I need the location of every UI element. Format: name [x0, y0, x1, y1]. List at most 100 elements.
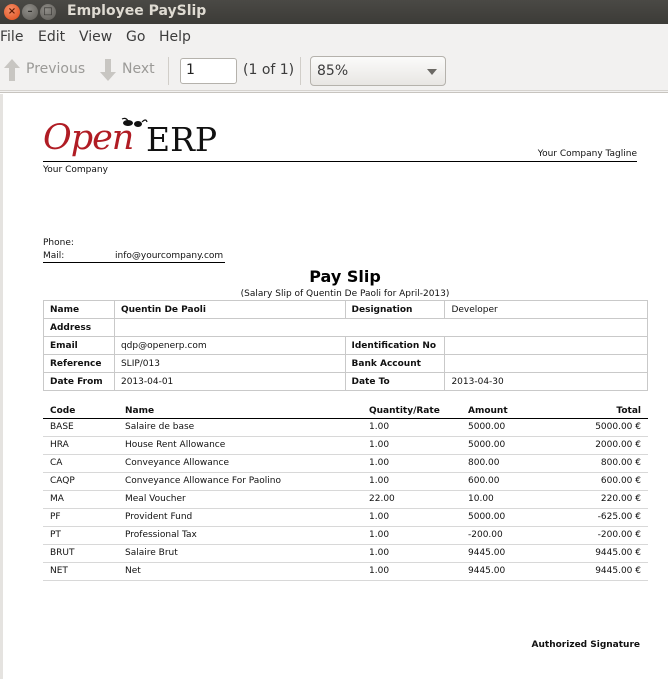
line-name: Meal Voucher — [125, 494, 186, 504]
info-row: Reference SLIP/013 Bank Account — [43, 354, 648, 373]
line-code: BRUT — [50, 548, 75, 558]
total-header: Total — [616, 406, 641, 416]
line-code: CAQP — [50, 476, 75, 486]
table-row: PF Provident Fund 1.00 5000.00 -625.00 € — [43, 509, 648, 527]
line-code: CA — [50, 458, 63, 468]
date-from-label: Date From — [43, 372, 115, 391]
line-name: House Rent Allowance — [125, 440, 226, 450]
quantity-header: Quantity/Rate — [369, 406, 440, 416]
toolbar-separator — [168, 57, 169, 85]
line-code: PT — [50, 530, 61, 540]
menu-go[interactable]: Go — [126, 29, 145, 45]
table-row: NET Net 1.00 9445.00 9445.00 € — [43, 563, 648, 581]
line-amount: 800.00 — [468, 458, 500, 468]
line-code: NET — [50, 566, 68, 576]
logo-erp-text: ERP — [146, 120, 218, 159]
line-quantity: 1.00 — [369, 512, 390, 522]
line-quantity: 1.00 — [369, 548, 390, 558]
line-amount: 600.00 — [468, 476, 500, 486]
authorized-signature: Authorized Signature — [531, 640, 640, 650]
identification-value — [444, 336, 648, 355]
company-tagline: Your Company Tagline — [537, 149, 637, 159]
line-total: 220.00 € — [600, 494, 641, 504]
line-quantity: 1.00 — [369, 476, 390, 486]
toolbar-separator — [300, 57, 301, 85]
name-label: Name — [43, 300, 115, 319]
line-code: MA — [50, 494, 64, 504]
line-name: Professional Tax — [125, 530, 197, 540]
identification-label: Identification No — [344, 336, 446, 355]
maximize-window-button[interactable]: □ — [40, 4, 56, 20]
line-code: PF — [50, 512, 61, 522]
info-row: Address — [43, 318, 649, 337]
line-quantity: 1.00 — [369, 422, 390, 432]
info-row: Date From 2013-04-01 Date To 2013-04-30 — [43, 372, 648, 391]
logo-ant-icon — [121, 117, 148, 127]
line-amount: 9445.00 — [468, 548, 506, 558]
line-amount: -200.00 — [468, 530, 503, 540]
line-code: BASE — [50, 422, 74, 432]
line-code: HRA — [50, 440, 69, 450]
phone-label: Phone: — [43, 238, 74, 248]
reference-value: SLIP/013 — [113, 354, 346, 373]
line-name: Provident Fund — [125, 512, 193, 522]
table-row: HRA House Rent Allowance 1.00 5000.00 2000.0… — [43, 437, 648, 455]
table-row: MA Meal Voucher 22.00 10.00 220.00 € — [43, 491, 648, 509]
menu-view[interactable]: View — [79, 29, 112, 45]
payslip-title: Pay Slip — [309, 267, 381, 286]
arrow-up-icon — [4, 59, 20, 81]
line-amount: 10.00 — [468, 494, 494, 504]
line-total: 2000.00 € — [595, 440, 641, 450]
close-window-button[interactable]: × — [4, 4, 20, 20]
mail-value: info@yourcompany.com — [115, 251, 224, 261]
line-quantity: 1.00 — [369, 530, 390, 540]
name-value: Quentin De Paoli — [113, 300, 346, 319]
page-number-input[interactable]: 1 — [180, 58, 237, 84]
line-total: 600.00 € — [600, 476, 641, 486]
line-amount: 5000.00 — [468, 512, 506, 522]
zoom-select[interactable]: 85% — [310, 56, 446, 86]
line-amount: 5000.00 — [468, 440, 506, 450]
zoom-value: 85% — [317, 63, 349, 79]
menu-edit[interactable]: Edit — [38, 29, 65, 45]
minimize-window-button[interactable]: – — [22, 4, 38, 20]
window-title: Employee PaySlip — [67, 3, 207, 19]
date-from-value: 2013-04-01 — [113, 372, 346, 391]
menu-file[interactable]: File — [0, 29, 23, 45]
reference-label: Reference — [43, 354, 115, 373]
payslip-subtitle: (Salary Slip of Quentin De Paoli for Apr… — [240, 289, 450, 299]
next-label: Next — [122, 61, 155, 77]
line-name: Conveyance Allowance For Paolino — [125, 476, 282, 486]
header-divider — [43, 161, 637, 162]
employee-info-table: Name Quentin De Paoli Designation Develo… — [43, 300, 649, 391]
table-row: PT Professional Tax 1.00 -200.00 -200.00 € — [43, 527, 648, 545]
chevron-down-icon — [427, 69, 437, 75]
table-row: BASE Salaire de base 1.00 5000.00 5000.00 € — [43, 419, 648, 437]
line-name: Salaire Brut — [125, 548, 178, 558]
line-quantity: 1.00 — [369, 458, 390, 468]
contact-divider — [43, 262, 225, 263]
table-row: CAQP Conveyance Allowance For Paolino 1.00… — [43, 473, 648, 491]
table-row: CA Conveyance Allowance 1.00 800.00 800.00 € — [43, 455, 648, 473]
code-header: Code — [50, 406, 76, 416]
email-label: Email — [43, 336, 115, 355]
line-name: Net — [125, 566, 141, 576]
page-shadow — [0, 94, 3, 679]
email-value: qdp@openerp.com — [113, 336, 346, 355]
arrow-down-icon — [100, 59, 116, 81]
line-amount: 5000.00 — [468, 422, 506, 432]
info-row: Name Quentin De Paoli Designation Develo… — [43, 300, 648, 319]
company-name: Your Company — [43, 165, 108, 175]
amount-header: Amount — [468, 406, 508, 416]
line-quantity: 1.00 — [369, 440, 390, 450]
info-row: Email qdp@openerp.com Identification No — [43, 336, 648, 355]
designation-value: Developer — [444, 300, 648, 319]
date-to-label: Date To — [344, 372, 446, 391]
line-total: 9445.00 € — [595, 566, 641, 576]
bank-account-value — [444, 354, 648, 373]
line-quantity: 22.00 — [369, 494, 395, 504]
line-name: Salaire de base — [125, 422, 195, 432]
address-value — [113, 318, 649, 337]
menu-help[interactable]: Help — [159, 29, 191, 45]
salary-lines-header: Code Name Quantity/Rate Amount Total — [43, 403, 648, 419]
